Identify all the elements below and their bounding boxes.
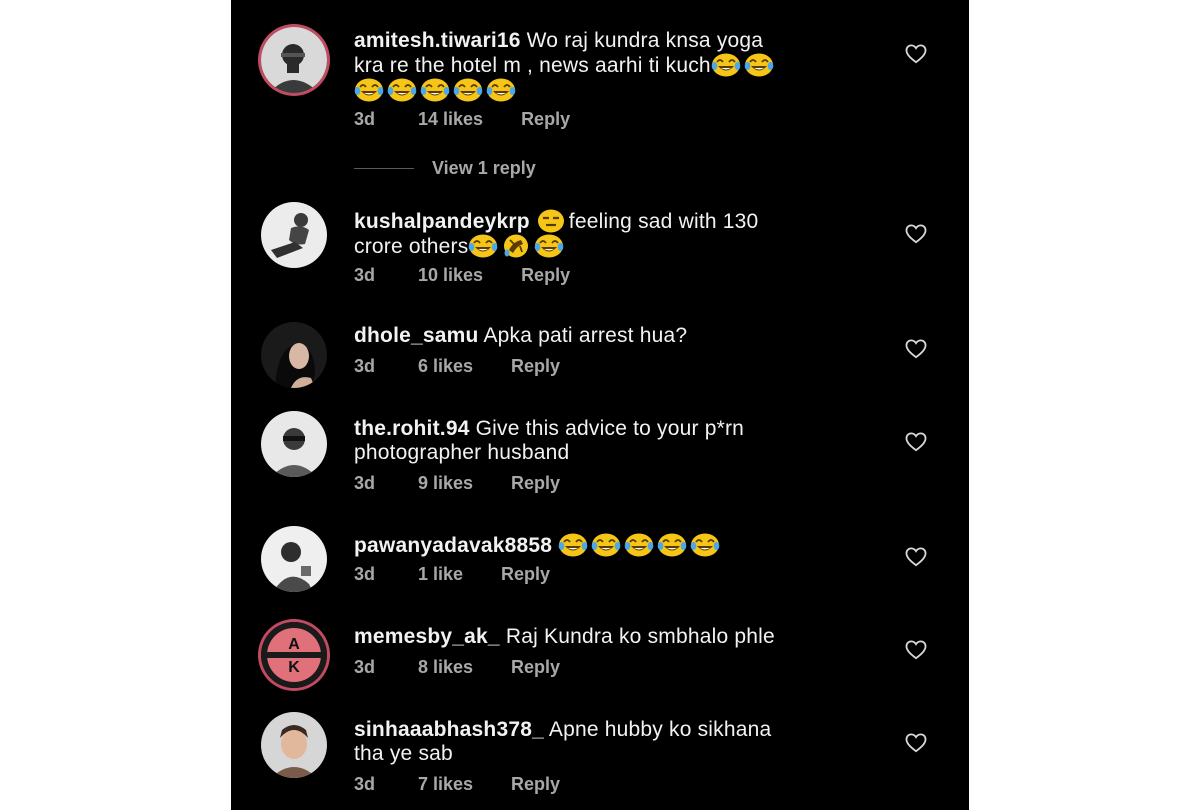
avatar[interactable]	[261, 411, 327, 477]
expressionless-emoji-icon	[536, 209, 566, 233]
comment-time: 3d	[354, 774, 376, 794]
comment-text: memesby_ak_ Raj Kundra ko smbhalo phle	[354, 625, 874, 649]
avatar[interactable]	[261, 712, 327, 778]
comment-body: crore others	[354, 235, 469, 258]
laugh-emoji-icon	[657, 533, 687, 557]
comment-text: pawanyadavak8858	[354, 533, 874, 558]
comment-likes[interactable]: 10 likes	[418, 265, 483, 286]
comment-meta: 3d 10 likes Reply	[354, 265, 570, 286]
comment-username[interactable]: amitesh.tiwari16	[354, 29, 521, 52]
svg-text:K: K	[288, 659, 300, 676]
comment-meta: 3d 8 likes Reply	[354, 657, 560, 678]
laugh-emoji-icon	[486, 78, 516, 102]
reply-button[interactable]: Reply	[511, 473, 560, 494]
reply-button[interactable]: Reply	[511, 657, 560, 678]
comment-time: 3d	[354, 109, 376, 129]
comments-panel: amitesh.tiwari16 Wo raj kundra knsa yoga…	[231, 0, 969, 810]
laugh-emoji-icon	[711, 53, 741, 77]
comment-likes[interactable]: 8 likes	[418, 657, 473, 678]
reply-button[interactable]: Reply	[521, 265, 570, 286]
comment-text: the.rohit.94 Give this advice to your p*…	[354, 417, 874, 465]
comment-body: Apne hubby ko sikhana	[548, 718, 772, 741]
comment-likes[interactable]: 1 like	[418, 564, 463, 585]
comment-body: kra re the hotel m , news aarhi ti kuch	[354, 54, 711, 77]
laugh-emoji-icon	[468, 234, 498, 258]
comment-likes[interactable]: 14 likes	[418, 109, 483, 130]
comment-username[interactable]: the.rohit.94	[354, 417, 470, 440]
laugh-emoji-icon	[690, 533, 720, 557]
heart-icon[interactable]	[905, 547, 927, 567]
comment-meta: 3d 7 likes Reply	[354, 774, 560, 795]
comment-text: sinhaaabhash378_ Apne hubby ko sikhana t…	[354, 718, 874, 766]
comment-username[interactable]: dhole_samu	[354, 324, 479, 347]
reply-button[interactable]: Reply	[511, 356, 560, 377]
reply-button[interactable]: Reply	[501, 564, 550, 585]
ak-logo-icon: A K	[261, 622, 327, 688]
avatar[interactable]	[261, 526, 327, 592]
rofl-emoji-icon	[501, 234, 531, 258]
comment-body: Raj Kundra ko smbhalo phle	[505, 625, 775, 648]
comment-body: feeling sad with 130	[568, 210, 759, 233]
comment-text: dhole_samu Apka pati arrest hua?	[354, 324, 874, 348]
laugh-emoji-icon	[420, 78, 450, 102]
laugh-emoji-icon	[744, 53, 774, 77]
comment-body: Apka pati arrest hua?	[483, 324, 688, 347]
avatar[interactable]	[261, 202, 327, 268]
heart-icon[interactable]	[905, 224, 927, 244]
comment-meta: 3d 1 like Reply	[354, 564, 550, 585]
comment-meta: 3d 6 likes Reply	[354, 356, 560, 377]
heart-icon[interactable]	[905, 432, 927, 452]
comment-likes[interactable]: 9 likes	[418, 473, 473, 494]
comment-username[interactable]: pawanyadavak8858	[354, 534, 552, 557]
comment-time: 3d	[354, 473, 376, 493]
comment-meta: 3d 9 likes Reply	[354, 473, 560, 494]
laugh-emoji-icon	[591, 533, 621, 557]
comment-body: tha ye sab	[354, 742, 453, 765]
comment-body: Give this advice to your p*rn	[475, 417, 745, 440]
avatar[interactable]	[261, 27, 327, 93]
reply-button[interactable]: Reply	[521, 109, 570, 130]
heart-icon[interactable]	[905, 339, 927, 359]
comment-username[interactable]: sinhaaabhash378_	[354, 718, 544, 741]
heart-icon[interactable]	[905, 733, 927, 753]
comment-username[interactable]: memesby_ak_	[354, 625, 500, 648]
comment-time: 3d	[354, 265, 376, 285]
comment-body: Wo raj kundra knsa yoga	[526, 29, 764, 52]
view-replies-button[interactable]: View 1 reply	[354, 158, 536, 179]
laugh-emoji-icon	[558, 533, 588, 557]
heart-icon[interactable]	[905, 44, 927, 64]
laugh-emoji-icon	[453, 78, 483, 102]
comment-likes[interactable]: 6 likes	[418, 356, 473, 377]
laugh-emoji-icon	[624, 533, 654, 557]
laugh-emoji-icon	[354, 78, 384, 102]
laugh-emoji-icon	[534, 234, 564, 258]
reply-button[interactable]: Reply	[511, 774, 560, 795]
laugh-emoji-icon	[387, 78, 417, 102]
avatar[interactable]	[261, 322, 327, 388]
comment-time: 3d	[354, 657, 376, 677]
comment-time: 3d	[354, 356, 376, 376]
heart-icon[interactable]	[905, 640, 927, 660]
divider-line	[354, 168, 414, 169]
comment-time: 3d	[354, 564, 376, 584]
comment-likes[interactable]: 7 likes	[418, 774, 473, 795]
comment-username[interactable]: kushalpandeykrp	[354, 210, 530, 233]
comment-text: amitesh.tiwari16 Wo raj kundra knsa yoga…	[354, 29, 874, 103]
view-replies-label[interactable]: View 1 reply	[432, 158, 536, 179]
comment-body: photographer husband	[354, 441, 570, 464]
comment-meta: 3d 14 likes Reply	[354, 109, 570, 130]
comment-text: kushalpandeykrp feeling sad with 130 cro…	[354, 209, 874, 259]
svg-text:A: A	[288, 636, 300, 653]
avatar[interactable]: A K	[261, 622, 327, 688]
